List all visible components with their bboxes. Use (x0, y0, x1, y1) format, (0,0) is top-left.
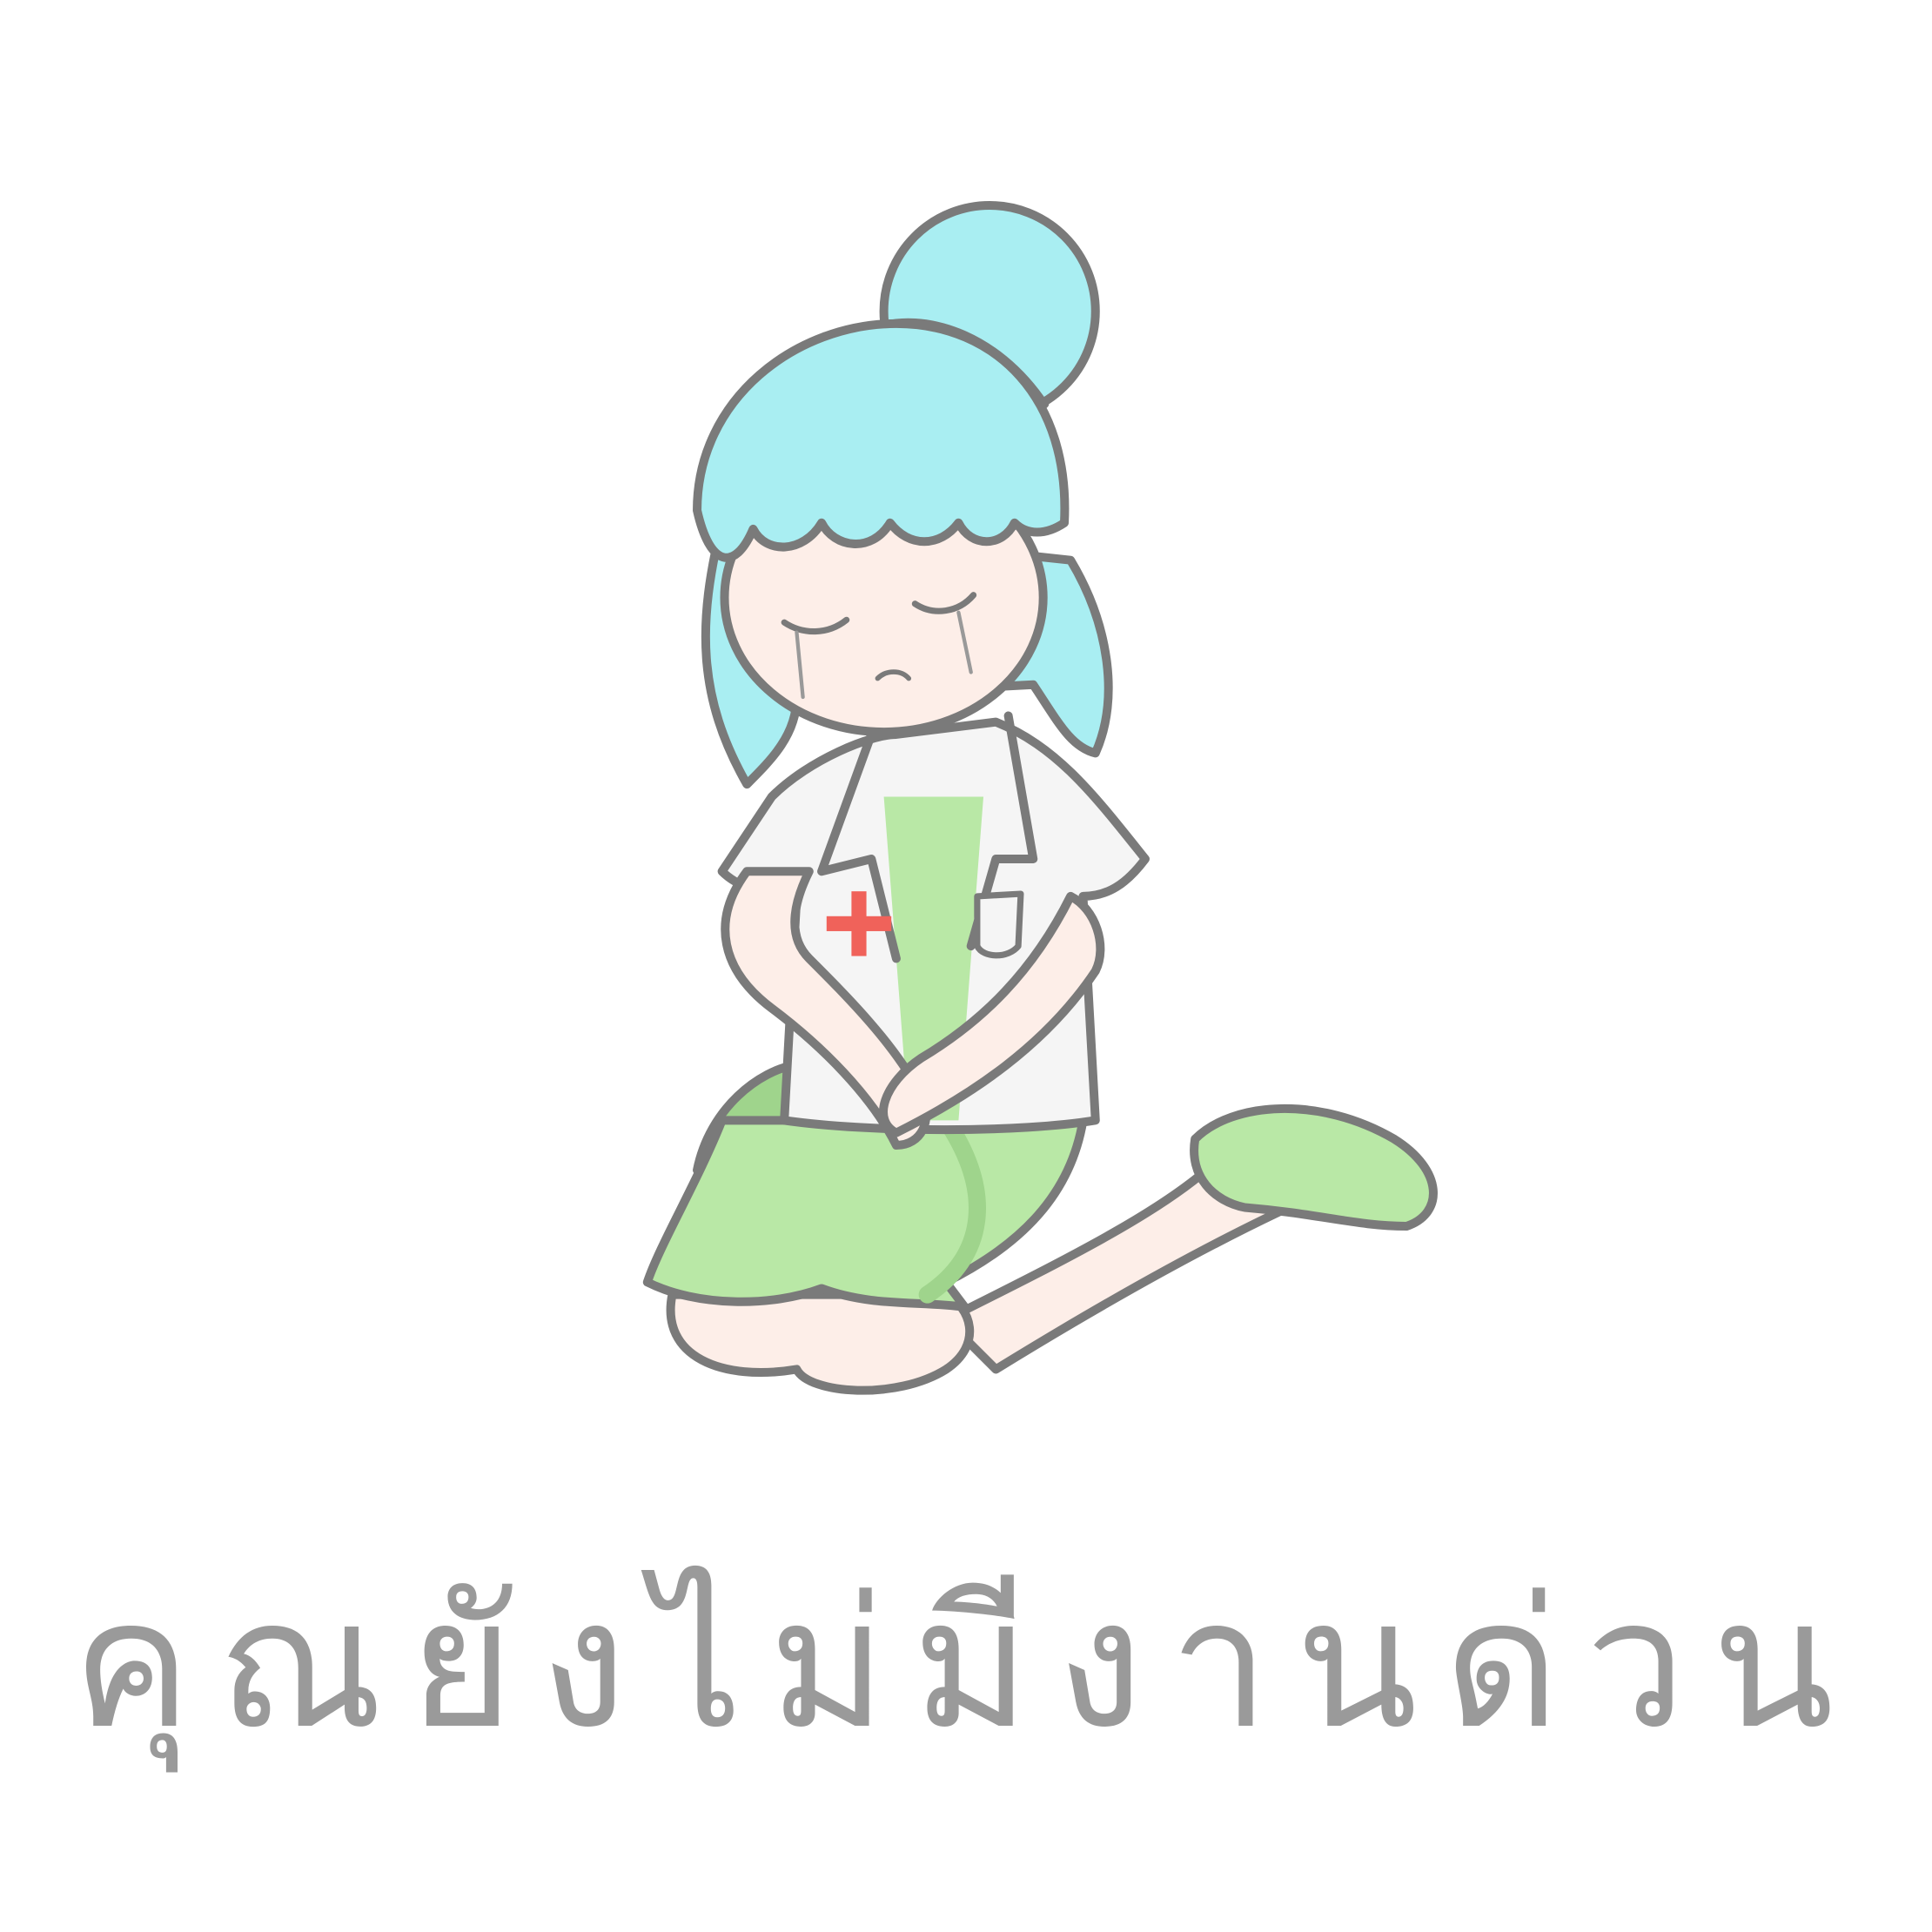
pocket (974, 890, 1024, 959)
knees (666, 1290, 975, 1395)
empty-state-message: คุณยังไม่มีงานด่วน (71, 1561, 1861, 1768)
